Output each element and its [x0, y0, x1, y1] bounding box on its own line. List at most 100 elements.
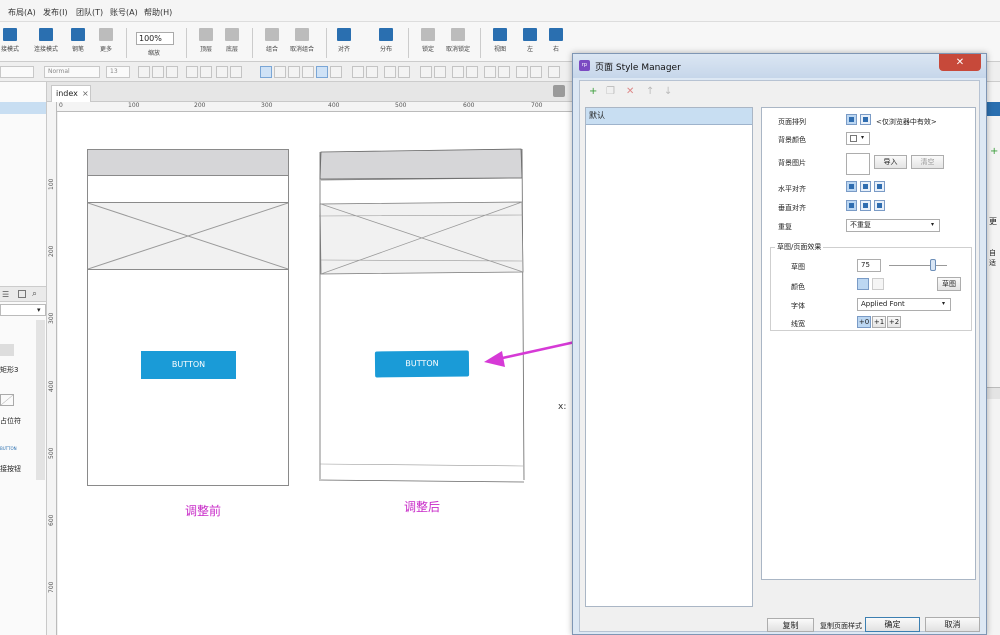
right-dock-item[interactable]: 更 [989, 216, 997, 227]
tab-index[interactable]: index × [51, 85, 91, 102]
line-width-dropdown[interactable] [466, 66, 478, 78]
bg-image-preview[interactable] [846, 153, 870, 175]
wireframe-before[interactable]: BUTTON [87, 149, 289, 486]
align-left-button[interactable] [260, 66, 272, 78]
cancel-button[interactable]: 取消 [925, 617, 980, 632]
dialog-title-bar[interactable]: rp 页面 Style Manager ✕ [573, 54, 986, 78]
menu-team[interactable]: 团队(T) [76, 7, 103, 18]
align-center-button[interactable] [860, 114, 871, 125]
image-placeholder[interactable] [88, 202, 288, 270]
connect-mode-button[interactable]: 连接模式 [30, 26, 62, 60]
move-up-icon[interactable]: ↑ [646, 87, 654, 97]
copy-button[interactable]: 复制 [767, 618, 814, 632]
placeholder-widget-thumb[interactable] [0, 394, 14, 406]
right-panel-button[interactable]: 右 [540, 26, 572, 60]
align-left-button[interactable] [846, 114, 857, 125]
v-align-middle-button[interactable] [860, 200, 871, 211]
sketch-button[interactable]: 草图 [937, 277, 961, 291]
line-style-button[interactable] [484, 66, 496, 78]
line-color-button[interactable] [420, 66, 432, 78]
tab-menu-icon[interactable] [553, 85, 565, 97]
align-right-button[interactable] [288, 66, 300, 78]
line-color-dropdown[interactable] [434, 66, 446, 78]
font-select[interactable]: Applied Font ▾ [857, 298, 951, 311]
distribute-button[interactable]: 分布 [370, 26, 402, 60]
repeat-select[interactable]: 不重复 ▾ [846, 219, 940, 232]
align-top-button[interactable] [302, 66, 314, 78]
bg-color-picker[interactable]: ▾ [846, 132, 870, 145]
rectangle-widget-thumb[interactable] [0, 344, 14, 356]
align-button[interactable]: 对齐 [328, 26, 360, 60]
delete-icon[interactable]: ✕ [626, 87, 634, 97]
underline-button[interactable] [166, 66, 178, 78]
text-style-select[interactable]: Normal [44, 66, 100, 78]
close-icon[interactable]: × [82, 86, 89, 101]
sketch-value-input[interactable]: 75 [857, 259, 881, 272]
widget-library-select[interactable]: ▾ [0, 304, 46, 316]
h-align-right-button[interactable] [874, 181, 885, 192]
header-bar[interactable] [88, 150, 288, 176]
line-width-plus1[interactable]: +1 [872, 316, 886, 328]
line-width-plus2[interactable]: +2 [887, 316, 901, 328]
ok-button[interactable]: 确定 [865, 617, 920, 632]
v-align-top-button[interactable] [846, 200, 857, 211]
import-icon[interactable] [18, 290, 26, 298]
send-back-button[interactable]: 底层 [216, 26, 248, 60]
widgets-scrollbar[interactable] [36, 320, 45, 480]
style-list-item[interactable]: 默认 [586, 108, 752, 124]
font-size-select[interactable]: 13 [106, 66, 130, 78]
widget-label-rectangle[interactable]: 矩形3 [0, 365, 18, 375]
arrow-style-dropdown[interactable] [530, 66, 542, 78]
shadow-button[interactable] [384, 66, 396, 78]
menu-account[interactable]: 账号(A) [110, 7, 138, 18]
align-bottom-button[interactable] [330, 66, 342, 78]
widget-style-select[interactable] [0, 66, 34, 78]
button-before[interactable]: BUTTON [141, 351, 236, 379]
duplicate-icon[interactable]: ❐ [606, 87, 615, 97]
arrow-style-button[interactable] [516, 66, 528, 78]
wireframe-after-sketch[interactable] [316, 144, 528, 489]
align-middle-button[interactable] [316, 66, 328, 78]
zoom-select[interactable]: 100% [136, 32, 174, 45]
color-mode-image-icon[interactable] [857, 278, 869, 290]
menu-layout[interactable]: 布局(A) [8, 7, 36, 18]
widget-label-button[interactable]: 接按钮 [0, 464, 21, 474]
more-format-button[interactable] [548, 66, 560, 78]
bullet-dropdown[interactable] [230, 66, 242, 78]
line-style-dropdown[interactable] [498, 66, 510, 78]
align-center-button[interactable] [274, 66, 286, 78]
import-button[interactable]: 导入 [874, 155, 907, 169]
grayscale-mode-icon[interactable] [872, 278, 884, 290]
font-color-button[interactable] [186, 66, 198, 78]
shadow-dropdown[interactable] [398, 66, 410, 78]
select-mode-button[interactable]: 接模式 [0, 26, 26, 60]
widget-label-placeholder[interactable]: 占位符 [0, 416, 21, 426]
group-button[interactable]: 组合 [256, 26, 288, 60]
line-width-button[interactable] [452, 66, 464, 78]
menu-help[interactable]: 帮助(H) [144, 7, 172, 18]
design-canvas[interactable]: BUTTON 调整前 BUTTON 调整后 x: [58, 112, 575, 635]
unlock-button[interactable]: 取消锁定 [442, 26, 474, 60]
more-button[interactable]: 更多 [90, 26, 122, 60]
font-color-dropdown[interactable] [200, 66, 212, 78]
sketch-slider-track[interactable] [889, 265, 947, 266]
fill-color-dropdown[interactable] [366, 66, 378, 78]
add-style-icon[interactable]: + [589, 87, 597, 97]
move-down-icon[interactable]: ↓ [664, 87, 672, 97]
close-button[interactable]: ✕ [939, 54, 981, 71]
view-button[interactable]: 视图 [484, 26, 516, 60]
hamburger-icon[interactable]: ☰ [2, 290, 9, 299]
v-align-bottom-button[interactable] [874, 200, 885, 211]
bullet-button[interactable] [216, 66, 228, 78]
button-after[interactable]: BUTTON [374, 350, 470, 378]
italic-button[interactable] [152, 66, 164, 78]
h-align-center-button[interactable] [860, 181, 871, 192]
search-icon[interactable]: ⌕ [32, 289, 37, 299]
h-align-left-button[interactable] [846, 181, 857, 192]
menu-publish[interactable]: 发布(I) [43, 7, 68, 18]
ungroup-button[interactable]: 取消组合 [286, 26, 318, 60]
page-tree-selected-row[interactable] [0, 102, 46, 114]
fill-color-button[interactable] [352, 66, 364, 78]
line-width-plus0[interactable]: +0 [857, 316, 871, 328]
lock-button[interactable]: 锁定 [412, 26, 444, 60]
